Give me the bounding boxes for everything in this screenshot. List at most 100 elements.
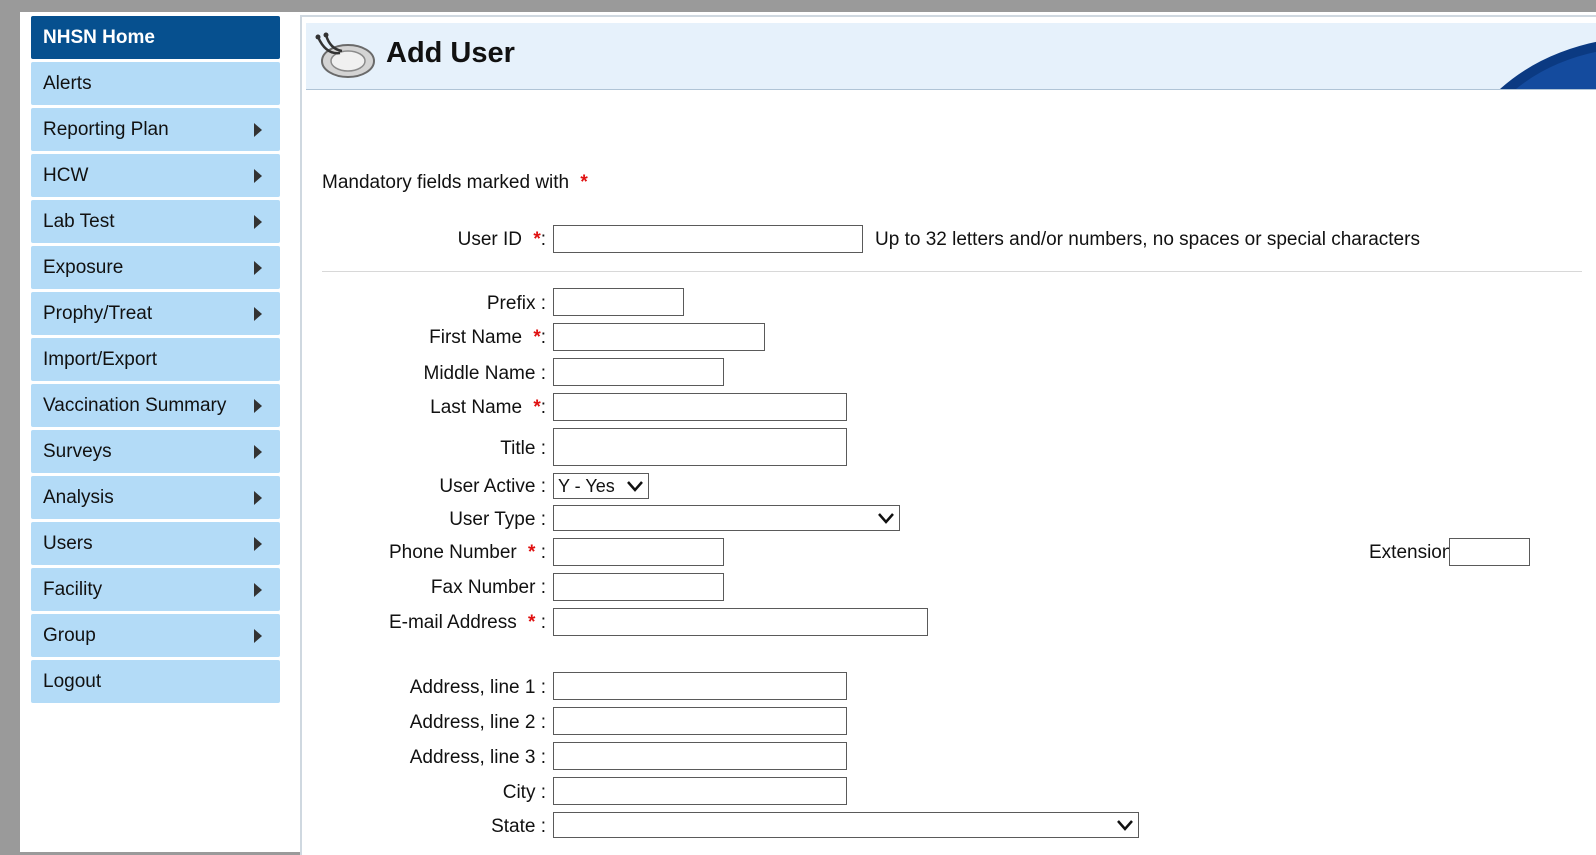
form-divider: [322, 271, 1582, 272]
chevron-down-icon: [627, 481, 643, 492]
caret-right-icon: [254, 261, 262, 275]
sidebar-item-label: NHSN Home: [43, 27, 155, 48]
user-type-select[interactable]: [553, 505, 900, 531]
city-label: City :: [502, 782, 546, 803]
sidebar-item-logout[interactable]: Logout: [31, 660, 280, 703]
stethoscope-icon: [315, 32, 375, 78]
user-active-select[interactable]: Y - Yes: [553, 473, 649, 499]
first-name-label: First Name *:: [429, 327, 546, 348]
fax-number-label: Fax Number :: [430, 577, 546, 598]
required-marker: *: [528, 542, 536, 563]
address-line-1-input[interactable]: [553, 672, 847, 700]
caret-right-icon: [254, 169, 262, 183]
sidebar-item-vaccination-summary[interactable]: Vaccination Summary: [31, 384, 280, 427]
last-name-label-text: Last Name: [430, 397, 523, 418]
sidebar-item-label: Alerts: [43, 73, 92, 94]
fax-number-input[interactable]: [553, 573, 724, 601]
extension-input[interactable]: [1449, 538, 1530, 566]
caret-right-icon: [254, 123, 262, 137]
sidebar-item-surveys[interactable]: Surveys: [31, 430, 280, 473]
sidebar-item-exposure[interactable]: Exposure: [31, 246, 280, 289]
app-window: NHSN Home Alerts Reporting Plan HCW Lab …: [20, 12, 1596, 855]
sidebar-item-analysis[interactable]: Analysis: [31, 476, 280, 519]
required-marker: *: [528, 612, 536, 633]
sidebar-item-label: Users: [43, 533, 93, 554]
caret-right-icon: [254, 491, 262, 505]
chevron-down-icon: [878, 513, 894, 524]
phone-number-input[interactable]: [553, 538, 724, 566]
sidebar-item-alerts[interactable]: Alerts: [31, 62, 280, 105]
caret-right-icon: [254, 215, 262, 229]
user-id-label: User ID *:: [457, 229, 546, 250]
last-name-input[interactable]: [553, 393, 847, 421]
address-line-2-input[interactable]: [553, 707, 847, 735]
sidebar-item-label: Prophy/Treat: [43, 303, 153, 324]
sidebar-item-prophy-treat[interactable]: Prophy/Treat: [31, 292, 280, 335]
chevron-down-icon: [1117, 820, 1133, 831]
title-input[interactable]: [553, 428, 847, 466]
page-header: Add User: [306, 23, 1596, 90]
sidebar-item-label: Exposure: [43, 257, 124, 278]
middle-name-input[interactable]: [553, 358, 724, 386]
sidebar-item-reporting-plan[interactable]: Reporting Plan: [31, 108, 280, 151]
caret-right-icon: [254, 399, 262, 413]
sidebar-item-label: Lab Test: [43, 211, 115, 232]
required-marker: *: [580, 172, 588, 193]
title-label: Title :: [500, 438, 546, 459]
mandatory-note: Mandatory fields marked with *: [322, 172, 588, 194]
prefix-input[interactable]: [553, 288, 684, 316]
address-line-2-label: Address, line 2 :: [409, 712, 546, 733]
sidebar-item-nhsn-home[interactable]: NHSN Home: [31, 16, 280, 59]
user-id-input[interactable]: [553, 225, 863, 253]
last-name-label: Last Name *:: [430, 397, 546, 418]
caret-right-icon: [254, 629, 262, 643]
sidebar-item-label: Facility: [43, 579, 103, 600]
city-input[interactable]: [553, 777, 847, 805]
sidebar-item-group[interactable]: Group: [31, 614, 280, 657]
required-marker: *: [533, 229, 541, 250]
sidebar-item-label: Group: [43, 625, 96, 646]
main-panel: Add User Mandatory fields marked with * …: [300, 15, 1596, 855]
prefix-label: Prefix :: [486, 293, 546, 314]
phone-number-label: Phone Number * :: [388, 542, 546, 563]
sidebar-item-label: Logout: [43, 671, 102, 692]
address-line-1-label: Address, line 1 :: [409, 677, 546, 698]
user-id-hint: Up to 32 letters and/or numbers, no spac…: [875, 229, 1420, 250]
address-line-3-input[interactable]: [553, 742, 847, 770]
sidebar-item-label: Analysis: [43, 487, 114, 508]
caret-right-icon: [254, 445, 262, 459]
state-label: State :: [491, 816, 546, 837]
user-active-value: Y - Yes: [558, 476, 615, 496]
sidebar-item-label: Vaccination Summary: [43, 395, 227, 416]
user-type-label: User Type :: [449, 509, 546, 530]
sidebar-item-label: Import/Export: [43, 349, 158, 370]
email-label-text: E-mail Address: [388, 612, 517, 633]
middle-name-label: Middle Name :: [423, 363, 547, 384]
email-label: E-mail Address * :: [388, 612, 546, 633]
first-name-label-text: First Name: [429, 327, 523, 348]
sidebar-item-users[interactable]: Users: [31, 522, 280, 565]
sidebar-item-label: Reporting Plan: [43, 119, 169, 140]
sidebar-item-lab-test[interactable]: Lab Test: [31, 200, 280, 243]
required-marker: *: [533, 397, 541, 418]
sidebar-item-hcw[interactable]: HCW: [31, 154, 280, 197]
sidebar-item-label: HCW: [43, 165, 89, 186]
mandatory-note-text: Mandatory fields marked with: [322, 172, 570, 193]
required-marker: *: [533, 327, 541, 348]
user-active-label: User Active :: [439, 476, 546, 497]
phone-number-label-text: Phone Number: [388, 542, 517, 563]
sidebar-nav: NHSN Home Alerts Reporting Plan HCW Lab …: [31, 16, 280, 706]
caret-right-icon: [254, 583, 262, 597]
sidebar-item-label: Surveys: [43, 441, 112, 462]
sidebar-item-import-export[interactable]: Import/Export: [31, 338, 280, 381]
header-swoosh-decoration: [1500, 41, 1596, 89]
page-title: Add User: [386, 37, 515, 69]
address-line-3-label: Address, line 3 :: [409, 747, 546, 768]
first-name-input[interactable]: [553, 323, 765, 351]
sidebar-item-facility[interactable]: Facility: [31, 568, 280, 611]
state-select[interactable]: [553, 812, 1139, 838]
user-id-label-text: User ID: [457, 229, 523, 250]
caret-right-icon: [254, 307, 262, 321]
caret-right-icon: [254, 537, 262, 551]
email-input[interactable]: [553, 608, 928, 636]
